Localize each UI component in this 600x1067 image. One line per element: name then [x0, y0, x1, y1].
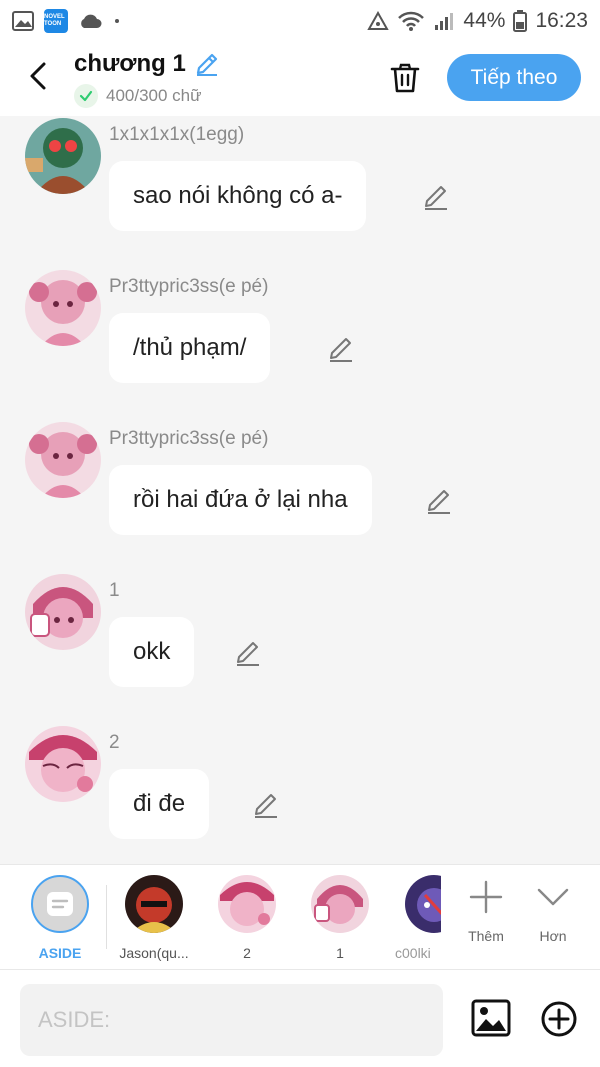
- character-label: ASIDE: [38, 945, 82, 961]
- sender-name: 1x1x1x1x(1egg): [109, 124, 245, 145]
- back-icon: [30, 62, 46, 90]
- trash-icon: [390, 63, 420, 93]
- novel-toon-icon: NOVEL TOON: [44, 9, 68, 33]
- message-bubble[interactable]: /thủ phạm/: [109, 313, 271, 383]
- next-button[interactable]: Tiếp theo: [447, 54, 581, 101]
- aside-avatar: [31, 875, 89, 933]
- character-jason[interactable]: Jason(qu...: [114, 875, 194, 961]
- status-right: 44% 16:23: [367, 9, 588, 33]
- plus-icon: [469, 880, 503, 914]
- divider: [106, 885, 107, 949]
- avatar[interactable]: [25, 574, 101, 650]
- edit-message-icon[interactable]: [424, 486, 454, 516]
- message-bubble[interactable]: okk: [109, 617, 195, 687]
- character-label: Jason(qu...: [119, 945, 189, 961]
- character-picker: ASIDE Jason(qu... 2 1 c00lki Thêm Hơn: [0, 864, 600, 970]
- editor-header: chương 1 400/300 chữ Tiếp theo: [0, 42, 600, 116]
- avatar: [218, 875, 276, 933]
- avatar: [311, 875, 369, 933]
- edit-message-icon[interactable]: [326, 334, 356, 364]
- character-label: c00lki: [395, 945, 431, 961]
- sender-name: 2: [109, 732, 120, 753]
- more-label: Thêm: [468, 928, 504, 944]
- message-list[interactable]: 1x1x1x1x(1egg) sao nói không có a- Pr3tt…: [0, 116, 600, 864]
- edit-message-icon[interactable]: [233, 638, 263, 668]
- dot-icon: [115, 19, 119, 23]
- avatar[interactable]: [25, 726, 101, 802]
- avatar: [125, 875, 183, 933]
- character-1[interactable]: 1: [300, 875, 380, 961]
- chapter-title-wrap[interactable]: chương 1: [74, 50, 220, 78]
- word-count-text: 400/300 chữ: [106, 86, 202, 105]
- gallery-icon: [12, 11, 34, 31]
- status-left: NOVEL TOON: [12, 9, 122, 33]
- clock: 16:23: [535, 9, 588, 32]
- character-aside[interactable]: ASIDE: [20, 875, 100, 961]
- pencil-icon[interactable]: [194, 51, 220, 77]
- input-bar: [0, 970, 600, 1067]
- sender-name: Pr3ttypric3ss(e pé): [109, 276, 269, 297]
- collapse-label: Hơn: [539, 928, 567, 944]
- edit-message-icon[interactable]: [251, 790, 281, 820]
- character-c00lki[interactable]: c00lki: [381, 875, 441, 961]
- message-bubble[interactable]: sao nói không có a-: [109, 161, 367, 231]
- check-icon: [74, 84, 98, 108]
- avatar[interactable]: [25, 422, 101, 498]
- delete-button[interactable]: [386, 58, 424, 98]
- more-characters-button[interactable]: Thêm: [456, 879, 516, 944]
- chevron-down-icon: [537, 888, 569, 906]
- avatar: [405, 875, 441, 933]
- cloud-icon: [81, 14, 102, 28]
- character-2[interactable]: 2: [207, 875, 287, 961]
- avatar[interactable]: [25, 118, 101, 194]
- collapse-button[interactable]: Hơn: [523, 879, 583, 944]
- add-button[interactable]: [538, 998, 580, 1040]
- avatar[interactable]: [25, 270, 101, 346]
- image-icon: [471, 999, 511, 1037]
- aside-note-icon: [47, 892, 73, 916]
- aside-input[interactable]: [20, 984, 443, 1056]
- signal-icon: [435, 13, 454, 30]
- data-saver-icon: [367, 11, 390, 30]
- insert-image-button[interactable]: [469, 996, 513, 1040]
- novel-toon-logo-text: NOVEL TOON: [44, 14, 65, 27]
- chapter-title: chương 1: [74, 50, 186, 77]
- message-bubble[interactable]: đi đe: [109, 769, 210, 839]
- character-label: 2: [243, 945, 251, 961]
- sender-name: 1: [109, 580, 120, 601]
- battery-icon: [513, 10, 528, 32]
- wifi-icon: [398, 11, 425, 31]
- battery-percent: 44%: [463, 9, 506, 32]
- sender-name: Pr3ttypric3ss(e pé): [109, 428, 269, 449]
- status-bar: NOVEL TOON 44% 16:23: [0, 0, 600, 42]
- plus-circle-icon: [541, 1001, 577, 1037]
- back-button[interactable]: [20, 56, 56, 96]
- word-count: 400/300 chữ: [74, 84, 202, 108]
- message-bubble[interactable]: rồi hai đứa ở lại nha: [109, 465, 372, 535]
- edit-message-icon[interactable]: [421, 182, 451, 212]
- character-label: 1: [336, 945, 344, 961]
